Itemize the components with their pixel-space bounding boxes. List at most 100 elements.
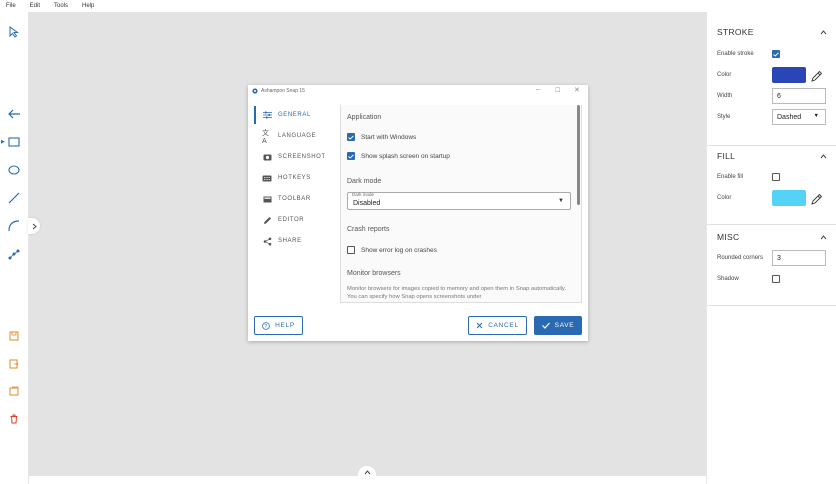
rounded-corners-input[interactable]: 3: [772, 250, 826, 266]
select-tool[interactable]: [6, 24, 22, 40]
nav-language[interactable]: 文A LANGUAGE: [254, 127, 338, 145]
eyedropper-icon: [811, 70, 823, 82]
stroke-section-title: STROKE: [717, 27, 754, 37]
nav-editor[interactable]: EDITOR: [254, 211, 338, 229]
arrow-left-icon: [8, 109, 20, 119]
points-tool[interactable]: [6, 246, 22, 262]
help-button[interactable]: ? HELP: [254, 316, 303, 335]
chevron-right-icon: [32, 223, 37, 229]
stroke-style-select[interactable]: Dashed ▼: [772, 109, 826, 125]
menu-tools[interactable]: Tools: [54, 3, 68, 9]
check-icon: [348, 134, 354, 140]
stroke-color-label: Color: [717, 72, 732, 78]
trash-icon: [10, 414, 18, 424]
scrollbar[interactable]: [577, 105, 580, 205]
nav-toolbar-label: TOOLBAR: [278, 196, 311, 202]
fill-section-header[interactable]: FILL: [707, 146, 836, 166]
enable-stroke-checkbox[interactable]: [772, 50, 780, 58]
nav-general[interactable]: GENERAL: [254, 106, 338, 124]
stroke-style-value: Dashed: [777, 113, 802, 121]
cancel-button-label: CANCEL: [488, 322, 519, 329]
nav-share[interactable]: SHARE: [254, 232, 338, 250]
check-icon: [348, 153, 354, 159]
active-tool-marker: ▶: [1, 139, 5, 145]
curve-icon: [8, 220, 20, 232]
cancel-button[interactable]: CANCEL: [468, 316, 527, 335]
save-button[interactable]: SAVE: [534, 316, 582, 335]
export-tool[interactable]: [6, 356, 22, 372]
pencil-icon: [262, 216, 272, 225]
nav-general-label: GENERAL: [278, 112, 311, 118]
settings-content[interactable]: Application Start with Windows Show spla…: [340, 105, 582, 303]
menu-help[interactable]: Help: [82, 3, 94, 9]
application-section-title: Application: [347, 114, 382, 121]
menu-file[interactable]: File: [6, 3, 16, 9]
sliders-icon: [262, 111, 272, 119]
nav-editor-label: EDITOR: [278, 217, 305, 223]
nav-hotkeys[interactable]: HOTKEYS: [254, 169, 338, 187]
show-error-log-label: Show error log on crashes: [361, 246, 437, 254]
left-toolbar: ▶: [0, 12, 29, 484]
start-with-windows-option[interactable]: Start with Windows: [347, 133, 416, 141]
start-with-windows-label: Start with Windows: [361, 133, 417, 141]
show-splash-option[interactable]: Show splash screen on startup: [347, 152, 450, 160]
arrow-tool[interactable]: [6, 106, 22, 122]
expand-bottom-panel-button[interactable]: [358, 466, 376, 478]
keyboard-icon: [262, 175, 272, 182]
enable-stroke-label: Enable stroke: [717, 51, 754, 57]
caret-down-icon: ▼: [813, 113, 819, 119]
app-logo-icon: [252, 87, 258, 94]
show-splash-checkbox[interactable]: [347, 152, 355, 160]
help-button-label: HELP: [275, 322, 295, 329]
minimize-button[interactable]: –: [536, 86, 540, 93]
export-icon: [9, 359, 19, 369]
save-as-icon: [9, 386, 19, 396]
help-circle-icon: ?: [262, 321, 270, 330]
maximize-button[interactable]: ☐: [555, 87, 560, 94]
camera-icon: [262, 153, 272, 161]
stroke-section-header[interactable]: STROKE: [707, 22, 836, 42]
close-button[interactable]: ✕: [574, 86, 580, 94]
chevron-up-icon: [820, 29, 827, 34]
caret-down-icon: ▼: [558, 198, 564, 204]
nav-language-label: LANGUAGE: [278, 133, 317, 139]
check-icon: [773, 51, 779, 57]
save-as-tool[interactable]: [6, 383, 22, 399]
nav-toolbar[interactable]: TOOLBAR: [254, 190, 338, 208]
share-icon: [262, 237, 272, 246]
show-error-log-option[interactable]: Show error log on crashes: [347, 246, 437, 254]
shadow-checkbox[interactable]: [772, 275, 780, 283]
fill-eyedropper-button[interactable]: [811, 192, 823, 210]
nav-share-label: SHARE: [278, 238, 302, 244]
stroke-color-swatch[interactable]: [772, 67, 806, 83]
misc-section-header[interactable]: MISC: [707, 227, 836, 247]
chevron-up-icon: [820, 234, 827, 239]
dialog-title: Ashampoo Snap 15: [261, 87, 305, 94]
stroke-eyedropper-button[interactable]: [811, 69, 823, 87]
ellipse-icon: [8, 165, 20, 175]
ellipse-tool[interactable]: [6, 162, 22, 178]
start-with-windows-checkbox[interactable]: [347, 133, 355, 141]
menu-edit[interactable]: Edit: [30, 3, 40, 9]
dark-mode-select[interactable]: Dark mode Disabled ▼: [347, 192, 571, 210]
rectangle-tool[interactable]: ▶: [1, 134, 22, 150]
rounded-corners-label: Rounded corners: [717, 255, 764, 261]
fill-section-title: FILL: [717, 151, 736, 161]
check-icon: [541, 322, 550, 329]
cursor-icon: [9, 26, 19, 38]
svg-text:?: ?: [264, 324, 267, 330]
dark-mode-select-value: Disabled: [353, 200, 381, 207]
show-error-log-checkbox[interactable]: [347, 246, 355, 254]
line-tool[interactable]: [6, 190, 22, 206]
chevron-up-icon: [364, 469, 370, 474]
dark-mode-select-label: Dark mode: [352, 192, 375, 197]
enable-fill-checkbox[interactable]: [772, 173, 780, 181]
fill-color-swatch[interactable]: [772, 190, 806, 206]
fill-color-label: Color: [717, 195, 732, 201]
curve-tool[interactable]: [6, 218, 22, 234]
nav-hotkeys-label: HOTKEYS: [278, 175, 311, 181]
save-tool[interactable]: [6, 328, 22, 344]
delete-tool[interactable]: [6, 411, 22, 427]
nav-screenshot[interactable]: SCREENSHOT: [254, 148, 338, 166]
stroke-width-input[interactable]: 6: [772, 88, 826, 104]
